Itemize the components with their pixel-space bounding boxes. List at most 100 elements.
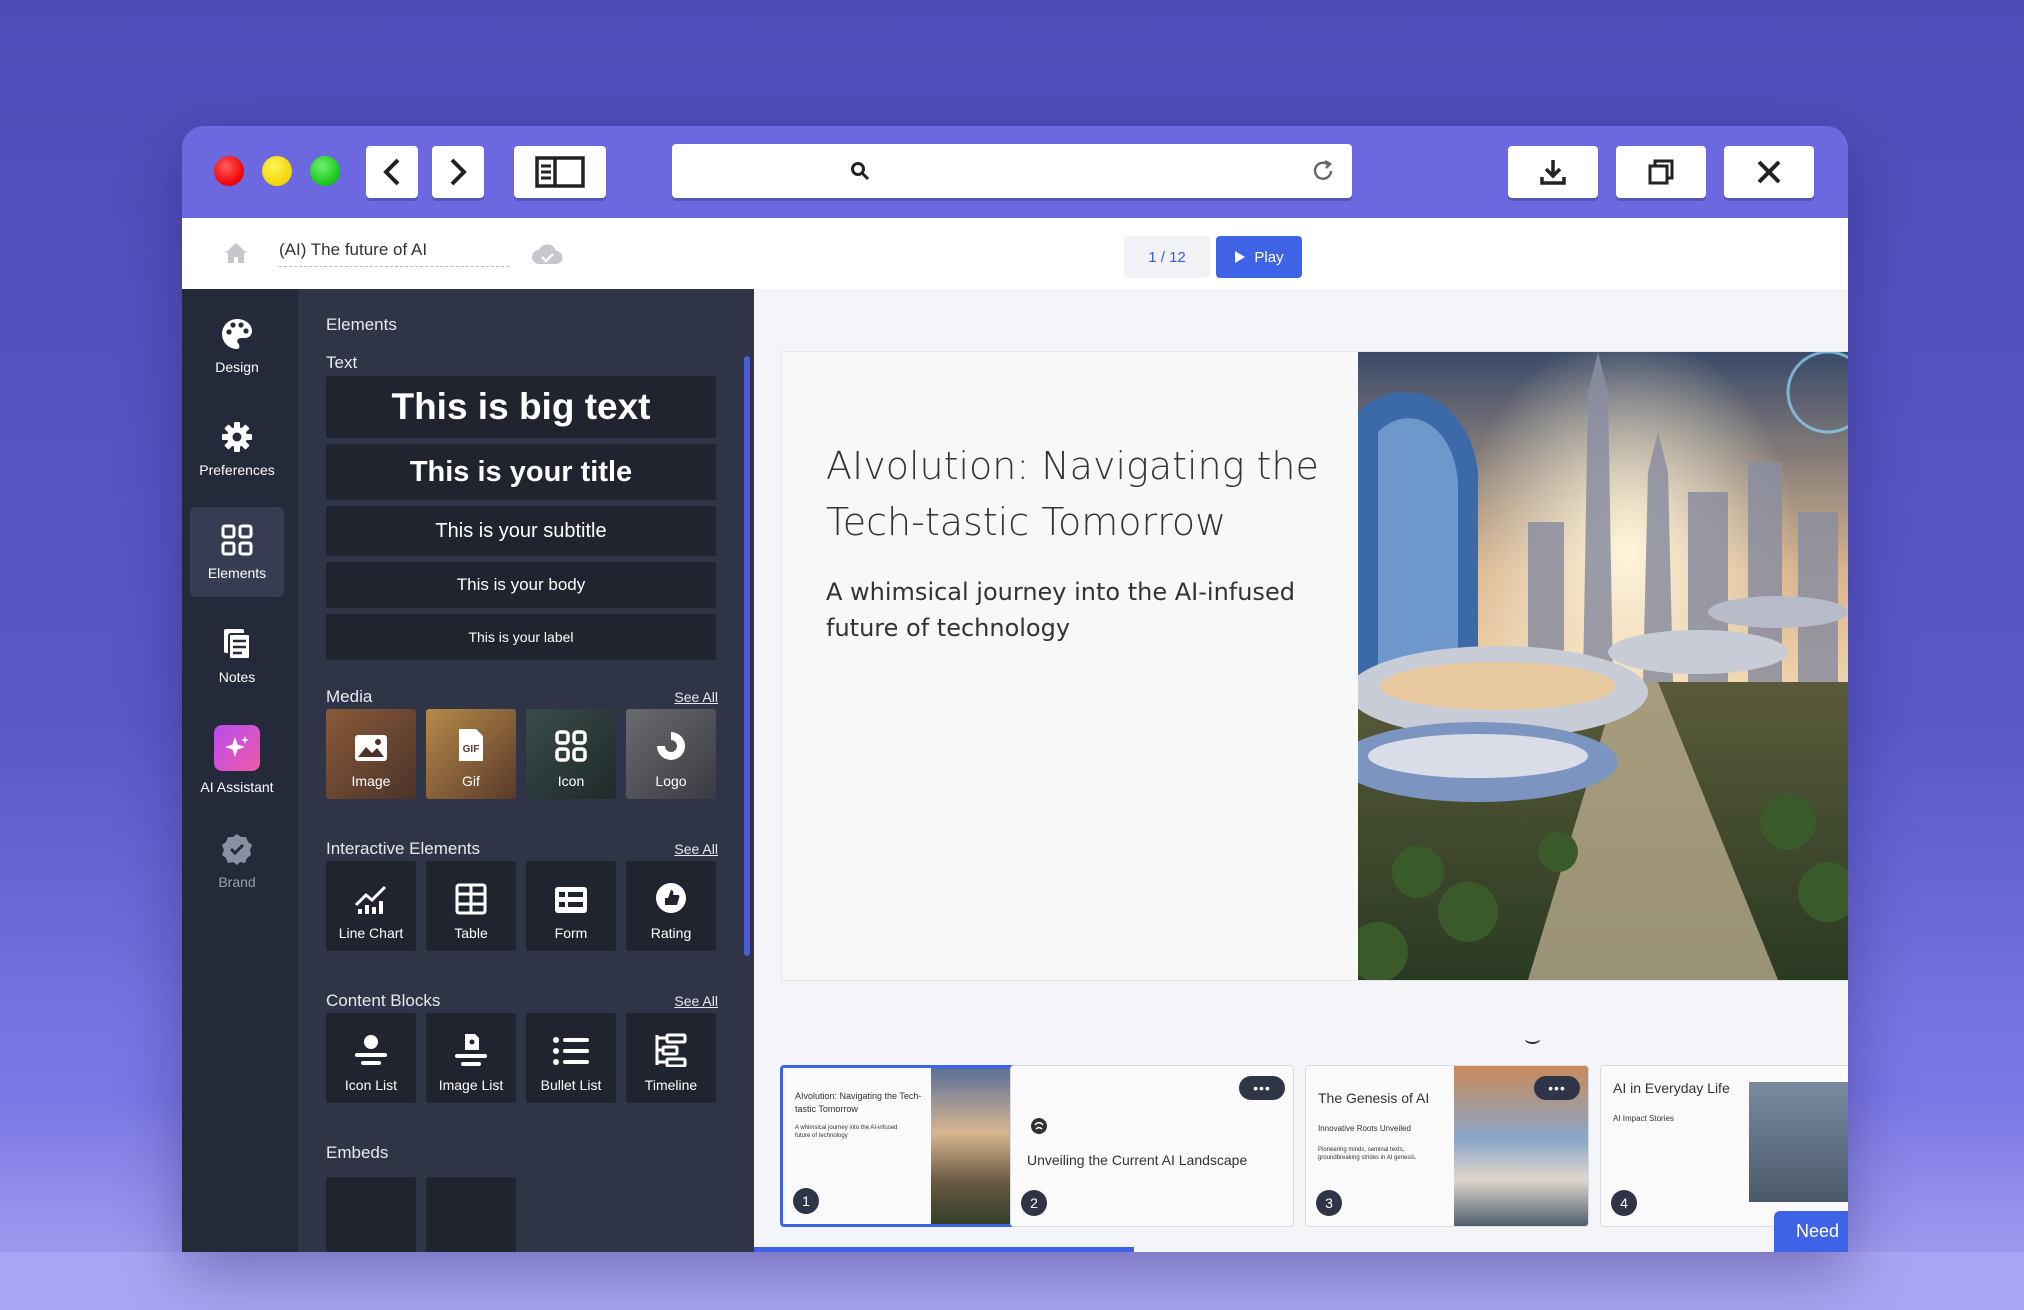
tile-label: Icon — [557, 773, 585, 789]
gif-file-icon: GIF — [459, 729, 483, 761]
rail-label: Brand — [218, 874, 256, 890]
content-tile-timeline[interactable]: Timeline — [626, 1013, 716, 1103]
thumb-body: Pioneering minds, seminal texts, groundb… — [1318, 1147, 1417, 1161]
futuristic-city-image[interactable] — [1358, 352, 1848, 980]
slide-thumbnail-4[interactable]: AI in Everyday Life AI Impact Stories 4 — [1600, 1065, 1848, 1227]
form-icon — [555, 887, 587, 913]
rail-item-brand[interactable]: Brand — [190, 816, 284, 906]
media-see-all-link[interactable]: See All — [674, 689, 718, 705]
background-floor-base — [0, 1252, 2024, 1310]
media-tile-image[interactable]: Image — [326, 709, 416, 799]
thumb-number: 4 — [1611, 1190, 1637, 1216]
thumb-menu-button[interactable]: ••• — [1239, 1076, 1285, 1100]
rating-icon — [656, 883, 686, 913]
table-icon — [455, 883, 487, 915]
text-style-big[interactable]: This is big text — [326, 376, 716, 438]
interactive-see-all-link[interactable]: See All — [674, 841, 718, 857]
current-slide[interactable]: AIvolution: Navigating the Tech-tastic T… — [782, 352, 1848, 980]
rail-item-design[interactable]: Design — [190, 301, 284, 391]
tile-label: Line Chart — [338, 925, 404, 941]
section-title-embeds: Embeds — [326, 1143, 389, 1162]
embed-tile[interactable] — [426, 1177, 516, 1252]
text-style-label[interactable]: This is your label — [326, 614, 716, 660]
slide-thumbnail-2[interactable]: Unveiling the Current AI Landscape ••• 2 — [1010, 1065, 1294, 1227]
tile-label: Bullet List — [540, 1077, 602, 1093]
reload-icon[interactable] — [1310, 158, 1336, 184]
thumb-body: A whimsical journey into the AI-infused … — [795, 1125, 898, 1139]
thumb-title: AIvolution: Navigating the Tech-tastic T… — [795, 1091, 922, 1114]
icon-list-icon — [355, 1035, 387, 1065]
slide-thumbnail-3[interactable]: The Genesis of AI Innovative Roots Unvei… — [1305, 1065, 1589, 1227]
minimize-window-dot[interactable] — [262, 156, 292, 186]
back-button[interactable] — [366, 146, 418, 198]
close-button[interactable] — [1724, 146, 1814, 198]
tile-label: Table — [454, 925, 488, 941]
interactive-tile-table[interactable]: Table — [426, 861, 516, 951]
palette-icon — [222, 319, 252, 349]
text-style-title[interactable]: This is your title — [326, 444, 716, 500]
panel-scrollbar[interactable] — [744, 356, 750, 956]
thumb-number: 2 — [1021, 1190, 1047, 1216]
tile-label: Gif — [462, 773, 480, 789]
rail-label: Design — [215, 359, 259, 375]
tile-label: Icon List — [344, 1077, 398, 1093]
rail-label: Notes — [218, 669, 256, 685]
bullet-list-icon — [553, 1037, 589, 1065]
content-see-all-link[interactable]: See All — [674, 993, 718, 1009]
thumb-menu-button[interactable]: ••• — [1534, 1076, 1580, 1100]
panel-heading: Elements — [326, 315, 397, 334]
slide-counter: 1 / 12 — [1124, 236, 1210, 278]
text-style-body[interactable]: This is your body — [326, 562, 716, 608]
section-title-media: Media — [326, 687, 373, 706]
content-tile-bullet-list[interactable]: Bullet List — [526, 1013, 616, 1103]
brain-icon — [1031, 1118, 1047, 1134]
slide-title[interactable]: AIvolution: Navigating the Tech-tastic T… — [826, 438, 1346, 550]
content-tile-icon-list[interactable]: Icon List — [326, 1013, 416, 1103]
badge-check-icon — [222, 834, 252, 865]
rail-item-preferences[interactable]: Preferences — [190, 404, 284, 494]
rail-label: Preferences — [199, 462, 275, 478]
thumb-number: 1 — [793, 1188, 819, 1214]
media-tile-gif[interactable]: GIF Gif — [426, 709, 516, 799]
sparkle-icon — [214, 725, 260, 771]
tile-label: Image — [351, 773, 391, 789]
thumb-title: The Genesis of AI — [1318, 1090, 1430, 1106]
text-style-subtitle[interactable]: This is your subtitle — [326, 506, 716, 556]
duplicate-window-button[interactable] — [1616, 146, 1706, 198]
help-chat-button[interactable]: Need — [1774, 1211, 1848, 1252]
chevron-right-icon — [450, 158, 467, 186]
thumb-image — [1749, 1082, 1848, 1202]
interactive-tile-rating[interactable]: Rating — [626, 861, 716, 951]
close-window-dot[interactable] — [214, 156, 244, 186]
logo-icon — [657, 732, 685, 760]
play-button[interactable]: Play — [1216, 236, 1302, 278]
slide-subtitle[interactable]: A whimsical journey into the AI-infused … — [826, 574, 1306, 646]
rail-item-ai-assistant[interactable]: AI Assistant — [190, 715, 284, 805]
maximize-window-dot[interactable] — [310, 156, 340, 186]
notes-icon — [224, 629, 251, 660]
home-icon[interactable] — [224, 242, 248, 264]
media-tile-icon[interactable]: Icon — [526, 709, 616, 799]
embed-tile[interactable] — [326, 1177, 416, 1252]
sidebar-toggle-button[interactable] — [514, 146, 606, 198]
copy-icon — [1648, 159, 1674, 185]
slide-canvas: AIvolution: Navigating the Tech-tastic T… — [754, 289, 1848, 1252]
download-button[interactable] — [1508, 146, 1598, 198]
icon-rail: Design Preferences Elements Notes AI Ass… — [182, 289, 298, 1252]
interactive-tile-line-chart[interactable]: Line Chart — [326, 861, 416, 951]
document-title-field[interactable]: (AI) The future of AI — [279, 240, 509, 267]
forward-button[interactable] — [432, 146, 484, 198]
grid-icon — [555, 730, 587, 762]
section-title-content-blocks: Content Blocks — [326, 991, 441, 1010]
section-title-interactive: Interactive Elements — [326, 839, 481, 858]
address-bar[interactable] — [672, 144, 1352, 198]
thumbnail-scroll-indicator[interactable] — [754, 1247, 1134, 1252]
rail-item-elements[interactable]: Elements — [190, 507, 284, 597]
interactive-tile-form[interactable]: Form — [526, 861, 616, 951]
media-tile-logo[interactable]: Logo — [626, 709, 716, 799]
rail-item-notes[interactable]: Notes — [190, 611, 284, 701]
thumb-title: AI in Everyday Life — [1613, 1080, 1730, 1096]
chevron-down-icon[interactable]: ⌣ — [1524, 1024, 1541, 1056]
content-tile-image-list[interactable]: Image List — [426, 1013, 516, 1103]
tile-label: Timeline — [644, 1077, 698, 1093]
